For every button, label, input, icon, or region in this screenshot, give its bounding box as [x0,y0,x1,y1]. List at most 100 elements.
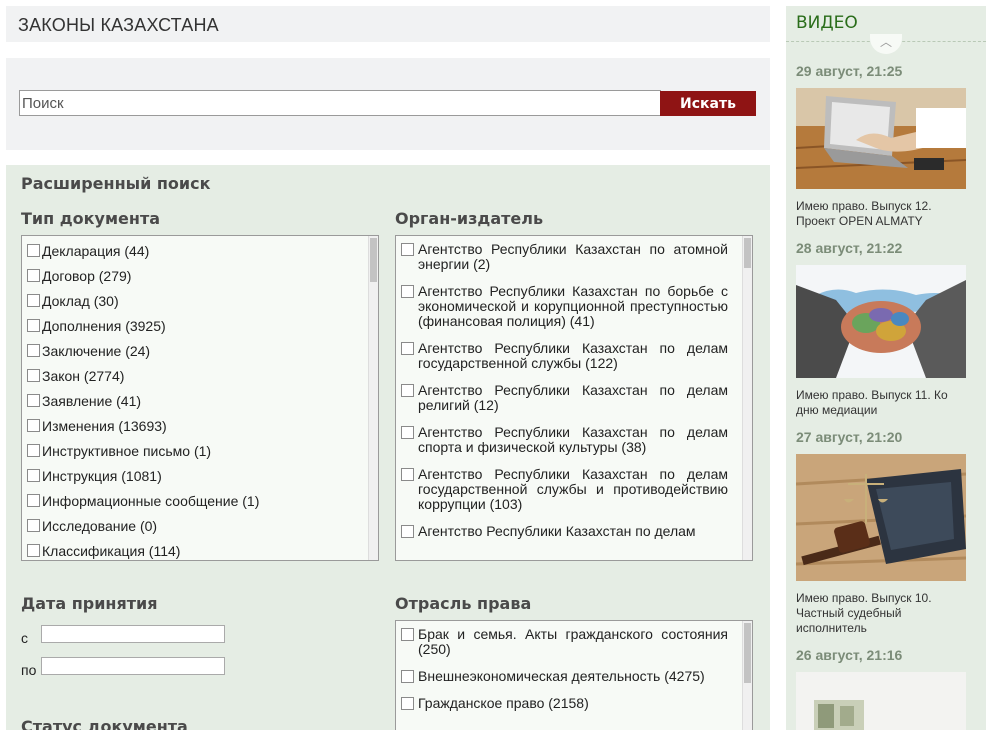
list-item-label: Декларация (44) [42,242,150,259]
checkbox[interactable] [27,469,40,482]
checkbox[interactable] [401,285,414,298]
list-item-label: Доклад (30) [42,292,119,309]
doc-type-label: Тип документа [21,209,161,228]
list-item[interactable]: Классификация (114) [22,538,366,560]
checkbox[interactable] [27,244,40,257]
list-item-label: Классификация (114) [42,542,181,559]
page-header: ЗАКОНЫ КАЗАХСТАНА [6,6,770,42]
list-item-label: Гражданское право (2158) [418,695,589,711]
branch-list[interactable]: Брак и семья. Акты гражданского состояни… [395,620,753,730]
list-item[interactable]: Изменения (13693) [22,413,366,438]
date-label: Дата принятия [21,594,158,613]
brain-handshake-image [796,265,966,378]
list-item-label: Договор (279) [42,267,132,284]
video-date: 29 август, 21:25 [796,63,903,79]
list-item-label: Заключение (24) [42,342,151,359]
video-thumbnail[interactable] [796,265,966,378]
advanced-search-panel: Расширенный поиск Тип документа Декларац… [6,165,770,730]
gavel-scales-image [796,454,966,581]
checkbox[interactable] [27,269,40,282]
list-item-label: Агентство Республики Казахстан по делам … [418,340,728,371]
checkbox[interactable] [27,519,40,532]
checkbox[interactable] [401,525,414,538]
checkbox[interactable] [27,294,40,307]
list-item[interactable]: Агентство Республики Казахстан по делам [396,518,740,545]
search-panel: Искать [6,58,770,150]
list-item[interactable]: Агентство Республики Казахстан по делам … [396,461,740,518]
video-thumbnail[interactable] [796,672,966,730]
list-item[interactable]: Договор (279) [22,263,366,288]
date-to-input[interactable] [41,657,225,675]
checkbox[interactable] [401,628,414,641]
list-item[interactable]: Исследование (0) [22,513,366,538]
list-item-label: Внешнеэкономическая деятельность (4275) [418,668,705,684]
list-item[interactable]: Инструктивное письмо (1) [22,438,366,463]
list-item[interactable]: Заявление (41) [22,388,366,413]
checkbox[interactable] [27,494,40,507]
checkbox[interactable] [27,419,40,432]
issuer-label: Орган-издатель [395,209,544,228]
checkbox[interactable] [27,394,40,407]
video-thumbnail[interactable] [796,88,966,189]
list-item[interactable]: Агентство Республики Казахстан по делам … [396,377,740,419]
video-caption[interactable]: Имею право. Выпуск 10. Частный судебный … [796,591,966,636]
list-item-label: Агентство Республики Казахстан по борьбе… [418,283,728,329]
list-item-label: Исследование (0) [42,517,158,534]
branch-scrollbar[interactable] [742,621,752,730]
status-label: Статус документа [21,717,188,730]
list-item-label: Дополнения (3925) [42,317,166,334]
checkbox[interactable] [27,444,40,457]
list-item[interactable]: Агентство Республики Казахстан по делам … [396,419,740,461]
checkbox[interactable] [401,670,414,683]
list-item[interactable]: Брак и семья. Акты гражданского состояни… [396,621,740,663]
list-item[interactable]: Информационные сообщение (1) [22,488,366,513]
checkbox[interactable] [27,319,40,332]
chevron-up-icon[interactable]: ︿ [870,34,902,54]
doc-type-scrollbar[interactable] [368,236,378,560]
checkbox[interactable] [27,344,40,357]
advanced-search-title: Расширенный поиск [21,174,211,193]
list-item[interactable]: Агентство Республики Казахстан по делам … [396,335,740,377]
branch-label: Отрасль права [395,594,532,613]
video-date: 26 август, 21:16 [796,647,903,663]
list-item-label: Информационные сообщение (1) [42,492,260,509]
search-input[interactable] [19,90,661,116]
list-item[interactable]: Декларация (44) [22,238,366,263]
video-caption[interactable]: Имею право. Выпуск 12. Проект OPEN ALMAT… [796,199,966,229]
issuer-scrollbar[interactable] [742,236,752,560]
checkbox[interactable] [401,468,414,481]
date-from-label: с [21,630,28,646]
checkbox[interactable] [401,697,414,710]
list-item[interactable]: Инструкция (1081) [22,463,366,488]
video-date: 27 август, 21:20 [796,429,903,445]
list-item[interactable]: Гражданское право (2158) [396,690,740,717]
page-title: ЗАКОНЫ КАЗАХСТАНА [18,15,219,35]
list-item[interactable]: Закон (2774) [22,363,366,388]
issuer-list[interactable]: Агентство Республики Казахстан по атомно… [395,235,753,561]
list-item-label: Заявление (41) [42,392,142,409]
list-item-label: Брак и семья. Акты гражданского состояни… [418,626,728,657]
list-item[interactable]: Агентство Республики Казахстан по борьбе… [396,278,740,335]
list-item[interactable]: Внешнеэкономическая деятельность (4275) [396,663,740,690]
date-from-input[interactable] [41,625,225,643]
checkbox[interactable] [401,342,414,355]
video-caption[interactable]: Имею право. Выпуск 11. Ко дню медиации [796,388,966,418]
checkbox[interactable] [401,384,414,397]
checkbox[interactable] [27,544,40,557]
list-item[interactable]: Дополнения (3925) [22,313,366,338]
video-thumbnail[interactable] [796,454,966,581]
list-item-label: Изменения (13693) [42,417,167,434]
checkbox[interactable] [401,243,414,256]
checkbox[interactable] [27,369,40,382]
list-item-label: Инструктивное письмо (1) [42,442,212,459]
list-item-label: Агентство Республики Казахстан по делам … [418,466,728,512]
doc-type-list[interactable]: Декларация (44) Договор (279) Доклад (30) Д… [21,235,379,561]
list-item[interactable]: Заключение (24) [22,338,366,363]
list-item-label: Инструкция (1081) [42,467,162,484]
date-to-label: по [21,662,37,678]
video-sidebar: ВИДЕО ︿ 29 август, 21:25 Имею право. Вып… [786,6,986,730]
list-item[interactable]: Агентство Республики Казахстан по атомно… [396,236,740,278]
search-button[interactable]: Искать [660,91,756,116]
checkbox[interactable] [401,426,414,439]
list-item[interactable]: Доклад (30) [22,288,366,313]
